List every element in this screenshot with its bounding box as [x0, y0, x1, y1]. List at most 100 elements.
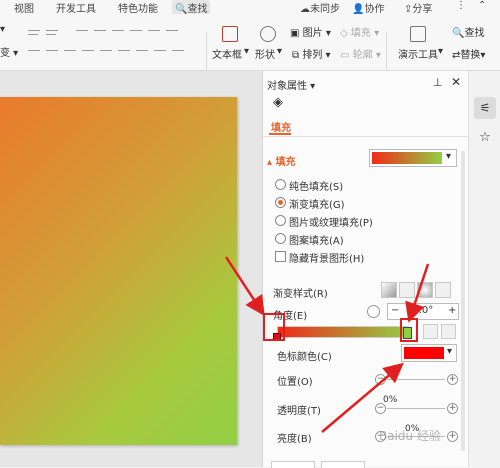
gradient-style-linear[interactable]: [381, 282, 397, 298]
angle-decrement[interactable]: −: [391, 305, 399, 316]
gradient-stop-end[interactable]: [403, 327, 412, 339]
presenter-label: 演示工具: [398, 50, 438, 61]
decrease-indent-icon[interactable]: [76, 30, 88, 31]
transparency-decrement[interactable]: −: [375, 403, 386, 414]
text-direction-icon[interactable]: [172, 50, 184, 51]
angle-dial-icon[interactable]: [367, 305, 380, 318]
columns-icon[interactable]: [136, 50, 148, 51]
transparency-slider[interactable]: [387, 408, 445, 409]
distribute-icon[interactable]: [100, 50, 112, 51]
fill-section-header[interactable]: ▴ 填充: [267, 153, 296, 168]
style-dropdown-chevron[interactable]: 变 ▾: [0, 44, 18, 59]
hide-background-label: 隐藏背景图形(H): [289, 254, 365, 265]
textbox-chevron-icon[interactable]: ▾: [244, 46, 249, 57]
fill-button[interactable]: ◇ 填充 ▾: [340, 24, 379, 39]
arrange-icon: ⧉: [292, 50, 300, 61]
chevron-down-icon: ▾: [446, 151, 452, 162]
numbered-list-line: [46, 34, 56, 35]
position-slider[interactable]: [387, 379, 445, 380]
pin-star-icon[interactable]: ☆: [474, 127, 496, 149]
more-icon[interactable]: ⋮: [456, 0, 466, 11]
pin-icon[interactable]: ⊥: [433, 76, 443, 89]
position-increment[interactable]: +: [447, 374, 458, 385]
picture-icon: ▣: [290, 28, 300, 39]
angle-increment[interactable]: +: [448, 305, 456, 316]
shape-icon: [260, 26, 276, 42]
list-icon[interactable]: [28, 30, 40, 31]
menu-special-features[interactable]: 特色功能: [118, 0, 158, 15]
collab-button[interactable]: 👤协作: [352, 0, 384, 15]
presenter-icon: [410, 26, 426, 42]
gradient-bar[interactable]: [277, 326, 409, 338]
object-properties-pane: 对象属性 ▾ ⊥ ✕ ◈ 填充 ▴ 填充 ▾ 纯色填充(S) 渐变填充(G) 图…: [262, 71, 469, 468]
pane-title[interactable]: 对象属性 ▾: [267, 77, 315, 92]
gradient-stop-start[interactable]: [273, 333, 281, 341]
align-center-icon[interactable]: [46, 50, 58, 51]
tab-fill-underline: [269, 133, 291, 135]
tab-fill[interactable]: 填充: [271, 119, 291, 134]
sync-status[interactable]: ☁未同步: [300, 0, 340, 15]
textbox-icon: [222, 26, 238, 42]
stop-color-swatch: [404, 347, 444, 359]
slide-gradient-shape[interactable]: [0, 97, 237, 445]
close-icon[interactable]: ✕: [451, 75, 461, 89]
increase-indent-icon[interactable]: [94, 30, 106, 31]
bullets-icon[interactable]: [166, 30, 178, 31]
radio-picture-texture-fill[interactable]: [275, 215, 286, 226]
angle-value[interactable]: 45.0°: [406, 305, 433, 316]
arrange-button[interactable]: ⧉ 排列 ▾: [292, 46, 331, 61]
indent-icon[interactable]: [154, 50, 166, 51]
right-tool-strip: ⚟ ☆: [468, 71, 500, 467]
picture-button[interactable]: ▣ 图片 ▾: [290, 24, 331, 39]
pattern-fill-label: 图案填充(A): [289, 236, 344, 247]
position-decrement[interactable]: −: [375, 374, 386, 385]
hide-background-checkbox[interactable]: [275, 251, 286, 262]
align-left-icon[interactable]: [28, 50, 40, 51]
pane-scrollbar[interactable]: [461, 151, 465, 451]
sort-icon[interactable]: [112, 30, 124, 31]
properties-sliders-icon[interactable]: ⚟: [474, 97, 496, 119]
fill-preset-dropdown[interactable]: ▾: [369, 149, 457, 167]
textbox-label: 文本框: [212, 50, 242, 61]
angle-stepper[interactable]: − 45.0° +: [387, 303, 459, 320]
share-button[interactable]: ⇪分享: [404, 0, 432, 15]
add-stop-icon[interactable]: [423, 324, 438, 339]
replace-button[interactable]: ⇄替换▾: [452, 46, 485, 61]
shape-label: 形状: [255, 50, 275, 61]
shape-chevron-icon[interactable]: ▾: [277, 46, 282, 57]
collapse-icon[interactable]: ⌃: [478, 0, 486, 11]
font-dropdown-chevron[interactable]: ▾: [0, 24, 5, 35]
picture-fill-label: 图片或纹理填充(P): [289, 218, 373, 229]
numbered-list-icon[interactable]: [46, 30, 58, 31]
presenter-chevron-icon[interactable]: ▾: [438, 46, 443, 57]
radio-solid-fill[interactable]: [275, 179, 286, 190]
outline-button[interactable]: ▭ 轮廓 ▾: [340, 46, 381, 61]
align-right-icon[interactable]: [64, 50, 76, 51]
radio-gradient-fill[interactable]: [275, 197, 286, 208]
transparency-increment[interactable]: +: [447, 403, 458, 414]
gradient-style-path[interactable]: [435, 282, 451, 298]
radio-pattern-fill[interactable]: [275, 233, 286, 244]
gradient-style-rect[interactable]: [417, 282, 433, 298]
gradient-style-label: 渐变样式(R): [273, 289, 328, 300]
angle-label: 角度(E): [273, 311, 308, 322]
fill-tab-icon: ◈: [273, 95, 283, 110]
ribbon-toolbar: ▾ 变 ▾ 文本框 ▾ 形状 ▾ ▣ 图片 ▾ ⧉ 排列 ▾ ◇ 填充 ▾ ▭ …: [0, 14, 500, 78]
table-icon[interactable]: [130, 30, 142, 31]
transparency-value: 0%: [383, 395, 398, 405]
transparency-label: 透明度(T): [277, 406, 321, 417]
brightness-label: 亮度(B): [277, 434, 312, 445]
delete-stop-icon[interactable]: [441, 324, 456, 339]
menu-view[interactable]: 视图: [14, 0, 34, 15]
menu-developer-tools[interactable]: 开发工具: [56, 0, 96, 15]
line-spacing-icon[interactable]: [118, 50, 130, 51]
justify-icon[interactable]: [82, 50, 94, 51]
gradient-style-radial[interactable]: [399, 282, 415, 298]
search-menu[interactable]: 🔍查找: [172, 0, 211, 15]
stop-color-picker[interactable]: ▾: [401, 344, 457, 362]
stop-color-label: 色标颜色(C): [277, 352, 332, 363]
find-button[interactable]: 🔍查找: [452, 24, 484, 39]
border-icon[interactable]: [148, 30, 160, 31]
position-label: 位置(O): [277, 377, 313, 388]
brightness-increment[interactable]: +: [447, 431, 458, 442]
